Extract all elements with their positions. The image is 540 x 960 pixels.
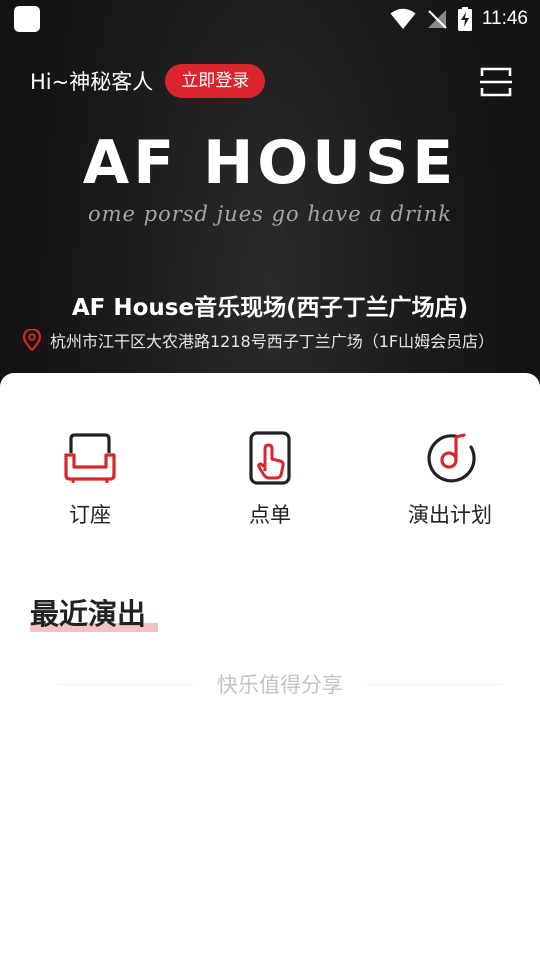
feature-label: 订座	[69, 503, 111, 527]
app-notification-icon	[14, 6, 40, 32]
empty-state-text: 快乐值得分享	[217, 673, 343, 697]
feature-row: 订座 点单 演出计划	[0, 431, 540, 529]
status-time: 11:46	[481, 8, 528, 29]
login-button[interactable]: 立即登录	[165, 64, 266, 98]
empty-state: 快乐值得分享	[58, 669, 502, 699]
content-card: 订座 点单 演出计划 最近演出 快乐值得分享	[0, 373, 540, 960]
sofa-icon	[64, 433, 116, 483]
feature-book-seat[interactable]: 订座	[0, 431, 180, 529]
greeting-text: Hi~神秘客人	[30, 70, 154, 94]
wifi-icon	[390, 8, 416, 29]
scan-icon[interactable]	[480, 66, 512, 98]
tap-hand-icon	[249, 431, 291, 485]
feature-show-schedule[interactable]: 演出计划	[360, 431, 540, 529]
store-address: 杭州市江干区大农港路1218号西子丁兰广场（1F山姆会员店）	[50, 332, 495, 351]
status-bar: 11:46	[0, 0, 540, 38]
battery-charging-icon	[457, 7, 472, 31]
feature-label: 点单	[249, 503, 291, 527]
divider-left	[58, 683, 193, 685]
no-signal-icon	[427, 10, 447, 29]
store-name: AF House音乐现场(西子丁兰广场店)	[71, 295, 469, 321]
music-disc-icon	[427, 433, 476, 483]
logo-title: AF HOUSE	[82, 128, 458, 198]
status-icons: 11:46	[390, 7, 528, 31]
location-pin-icon	[22, 329, 42, 351]
store-address-row[interactable]: 杭州市江干区大农港路1218号西子丁兰广场（1F山姆会员店）	[22, 328, 530, 352]
app-screen: 11:46 Hi~神秘客人 立即登录 AF HOUSE ome porsd ju…	[0, 0, 540, 960]
feature-order[interactable]: 点单	[180, 431, 360, 529]
brand-logo: AF HOUSE ome porsd jues go have a drink	[0, 128, 540, 226]
recent-shows-header: 最近演出	[30, 591, 158, 633]
section-title: 最近演出	[30, 597, 147, 631]
divider-right	[367, 683, 502, 685]
greeting-row: Hi~神秘客人 立即登录	[30, 64, 266, 98]
logo-tagline: ome porsd jues go have a drink	[87, 202, 452, 226]
feature-label: 演出计划	[408, 503, 492, 527]
